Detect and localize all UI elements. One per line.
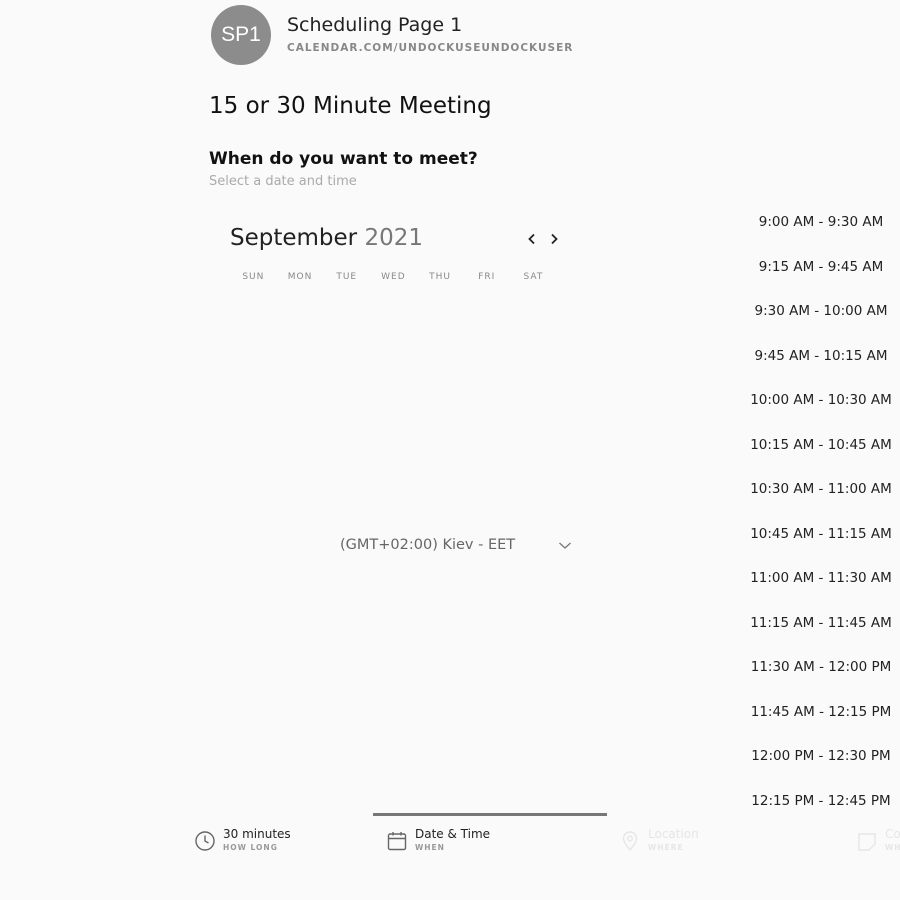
time-slot[interactable]: 10:30 AM - 11:00 AM: [746, 467, 896, 512]
time-slot[interactable]: 11:45 AM - 12:15 PM: [746, 690, 896, 735]
chevron-down-icon: [559, 542, 571, 549]
step-label: Date & Time: [415, 827, 491, 841]
time-slot[interactable]: 9:00 AM - 9:30 AM: [746, 200, 896, 245]
scheduling-page-name: Scheduling Page 1: [287, 14, 463, 36]
calendar-month-year: September 2021: [230, 225, 423, 251]
step-sublabel: WHERE: [648, 843, 684, 852]
weekday-label: FRI: [478, 272, 496, 282]
time-slot[interactable]: 12:00 PM - 12:30 PM: [746, 734, 896, 779]
time-slot[interactable]: 11:30 AM - 12:00 PM: [746, 645, 896, 690]
step-label: Co: [885, 827, 900, 841]
time-slot[interactable]: 10:15 AM - 10:45 AM: [746, 423, 896, 468]
location-pin-icon: [622, 831, 638, 852]
next-month-button[interactable]: [544, 229, 564, 249]
step-how-long[interactable]: 30 minutes HOW LONG: [194, 827, 291, 854]
timezone-value: (GMT+02:00) Kiev - EET: [340, 537, 516, 553]
time-slot-list: 9:00 AM - 9:30 AM 9:15 AM - 9:45 AM 9:30…: [746, 200, 896, 823]
scheduling-page-url[interactable]: CALENDAR.COM/UNDOCKUSEUNDOCKUSER: [287, 42, 573, 54]
weekday-label: THU: [429, 272, 452, 282]
chevron-right-icon: [551, 233, 558, 245]
avatar: SP1: [211, 5, 271, 65]
time-slot[interactable]: 9:15 AM - 9:45 AM: [746, 245, 896, 290]
weekday-label: SUN: [242, 272, 265, 282]
chevron-left-icon: [528, 233, 535, 245]
calendar-month: September: [230, 225, 358, 251]
step-label: 30 minutes: [223, 827, 291, 841]
weekday-label: MON: [287, 272, 313, 282]
calendar-icon: [387, 832, 407, 851]
scheduling-page: SP1 Scheduling Page 1 CALENDAR.COM/UNDOC…: [0, 0, 900, 900]
step-when[interactable]: Date & Time WHEN: [386, 827, 490, 854]
time-slot[interactable]: 9:30 AM - 10:00 AM: [746, 289, 896, 334]
weekday-label: SAT: [523, 272, 544, 282]
step-sublabel: WHEN: [415, 843, 445, 852]
step-label: Location: [648, 827, 699, 841]
question-heading: When do you want to meet?: [209, 149, 478, 169]
time-slot[interactable]: 12:15 PM - 12:45 PM: [746, 779, 896, 824]
timezone-select[interactable]: (GMT+02:00) Kiev - EET: [340, 534, 572, 556]
weekday-label: WED: [381, 272, 406, 282]
note-icon: [858, 833, 876, 851]
event-title: 15 or 30 Minute Meeting: [209, 93, 492, 119]
previous-month-button[interactable]: [522, 229, 542, 249]
avatar-initials: SP1: [221, 23, 261, 46]
instruction-text: Select a date and time: [209, 174, 357, 189]
step-details[interactable]: Co WH: [856, 827, 900, 854]
active-step-indicator: [373, 813, 607, 816]
time-slot[interactable]: 11:15 AM - 11:45 AM: [746, 601, 896, 646]
weekday-label: TUE: [336, 272, 358, 282]
step-where[interactable]: Location WHERE: [619, 827, 699, 854]
calendar-year: 2021: [364, 225, 423, 251]
time-slot[interactable]: 10:00 AM - 10:30 AM: [746, 378, 896, 423]
step-sublabel: HOW LONG: [223, 843, 278, 852]
time-slot[interactable]: 9:45 AM - 10:15 AM: [746, 334, 896, 379]
time-slot[interactable]: 10:45 AM - 11:15 AM: [746, 512, 896, 557]
time-slot[interactable]: 11:00 AM - 11:30 AM: [746, 556, 896, 601]
step-sublabel: WH: [885, 843, 900, 852]
clock-icon: [195, 831, 215, 851]
weekday-header: SUN MON TUE WED THU FRI SAT: [230, 272, 557, 282]
